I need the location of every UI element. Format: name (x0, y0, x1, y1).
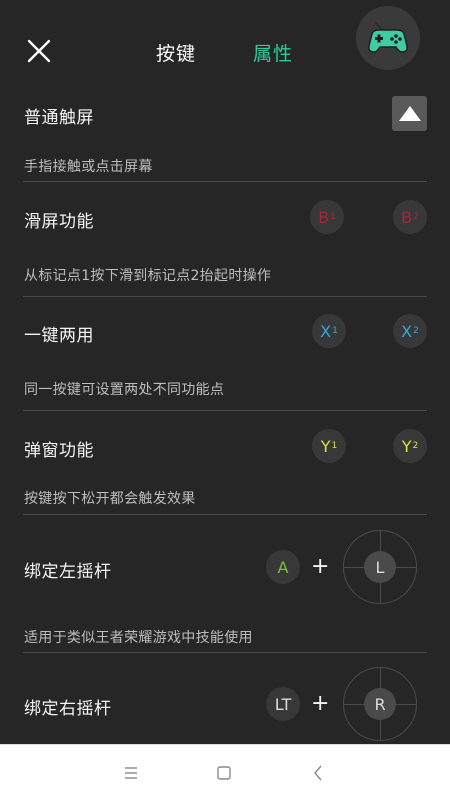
row-desc-left-stick: 适用于类似王者荣耀游戏中技能使用 (24, 630, 253, 646)
top-bar: 按键 属性 (0, 0, 450, 100)
left-stick-a-button[interactable]: A (266, 550, 300, 584)
popup-y1-button[interactable]: Y1 (312, 429, 346, 463)
row-desc-swipe: 从标记点1按下滑到标记点2抬起时操作 (24, 268, 272, 284)
dual-use-x1-button[interactable]: X1 (312, 314, 346, 348)
back-chevron-icon[interactable] (308, 763, 328, 783)
divider (23, 514, 427, 515)
button-letter: B (318, 207, 330, 227)
row-title-dual-use: 一键两用 (24, 326, 94, 346)
divider (23, 652, 427, 653)
button-sub: 2 (413, 212, 419, 222)
divider (23, 410, 427, 411)
button-letter: B (401, 207, 413, 227)
right-joystick-knob[interactable]: R (364, 688, 396, 720)
menu-icon[interactable] (121, 763, 141, 783)
row-title-left-stick: 绑定左摇杆 (24, 562, 112, 582)
swipe-point-b1-button[interactable]: B1 (310, 200, 344, 234)
gamepad-icon (368, 21, 408, 53)
dual-use-x2-button[interactable]: X2 (393, 314, 427, 348)
row-desc-dual-use: 同一按键可设置两处不同功能点 (24, 382, 225, 398)
row-desc-popup: 按键按下松开都会触发效果 (24, 491, 196, 507)
row-desc-normal-touch: 手指接触或点击屏幕 (24, 159, 153, 175)
button-letter: Y (401, 436, 412, 456)
button-letter: Y (320, 436, 331, 456)
row-title-popup: 弹窗功能 (24, 441, 94, 461)
right-joystick[interactable]: R (343, 667, 417, 741)
triangle-up-icon (398, 105, 421, 121)
home-square-icon[interactable] (214, 763, 234, 783)
button-sub: 2 (412, 441, 419, 451)
row-title-right-stick: 绑定右摇杆 (24, 699, 112, 719)
left-joystick[interactable]: L (343, 530, 417, 604)
row-title-swipe: 滑屏功能 (24, 212, 94, 232)
gamepad-button[interactable] (356, 6, 420, 70)
left-joystick-knob[interactable]: L (364, 551, 396, 583)
divider (23, 181, 427, 182)
button-sub: 2 (413, 326, 419, 336)
popup-y2-button[interactable]: Y2 (393, 429, 427, 463)
button-sub: 1 (331, 441, 338, 451)
button-sub: 1 (330, 212, 336, 222)
row-title-normal-touch: 普通触屏 (24, 108, 94, 128)
system-nav-bar (0, 744, 450, 800)
tab-keys[interactable]: 按键 (156, 39, 196, 66)
swipe-point-b2-button[interactable]: B2 (393, 200, 427, 234)
tab-attributes[interactable]: 属性 (253, 39, 293, 66)
button-letter: X (320, 321, 332, 341)
plus-sign: + (311, 554, 330, 579)
divider (23, 296, 427, 297)
button-letter: X (401, 321, 413, 341)
plus-sign: + (311, 691, 330, 716)
right-stick-lt-button[interactable]: LT (266, 687, 300, 721)
normal-touch-button[interactable] (392, 96, 427, 131)
close-icon[interactable] (24, 36, 54, 66)
button-sub: 1 (332, 326, 338, 336)
